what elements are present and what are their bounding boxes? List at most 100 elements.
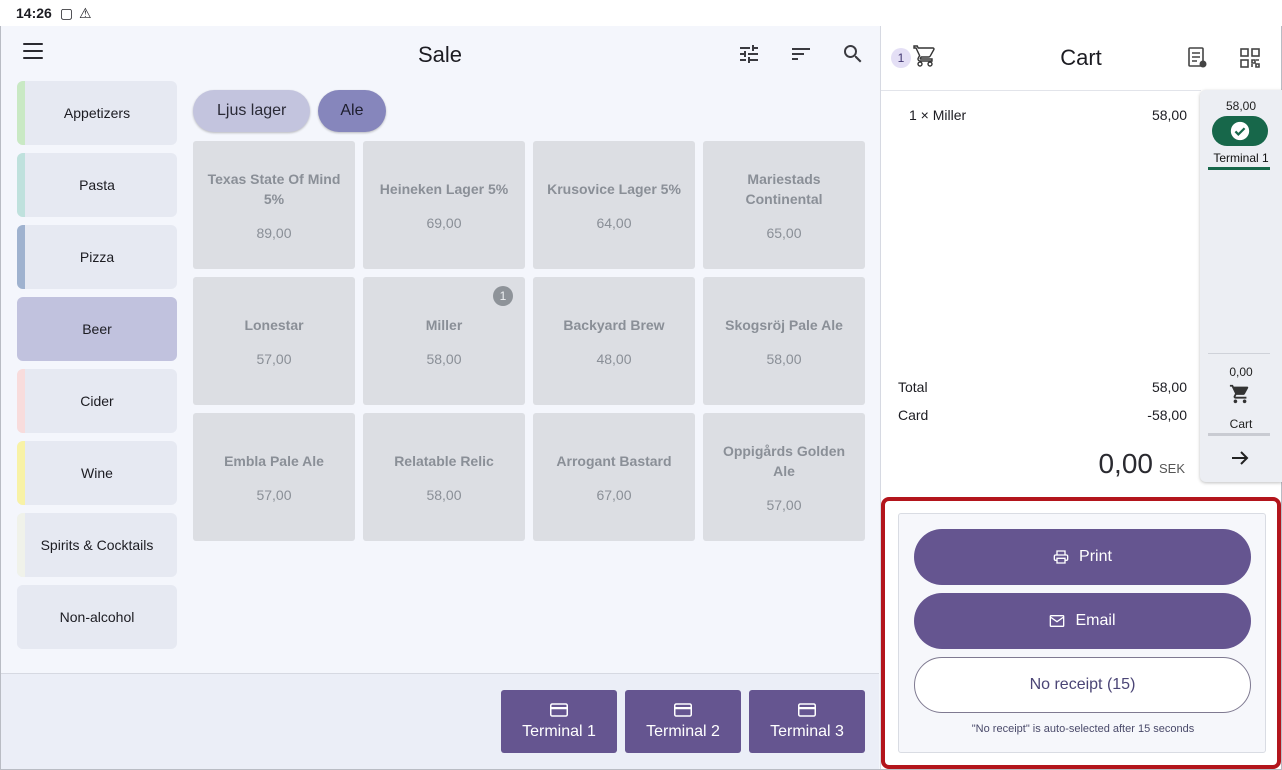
category-label: Pasta [79,177,115,193]
product-name: Krusovice Lager 5% [547,181,681,197]
category-label: Appetizers [63,105,131,121]
line-item-qty: 1 × [909,107,929,123]
product-tile[interactable]: 1 Miller 58,00 [363,277,525,405]
chip-ljus-lager[interactable]: Ljus lager [193,90,311,132]
product-tile[interactable]: Mariestads Continental 65,00 [703,141,865,269]
cart-divider [881,90,1201,91]
terminal-1-button[interactable]: Terminal 1 [501,690,617,753]
product-tile[interactable]: Texas State Of Mind 5% 89,00 [193,141,355,269]
product-price: 58,00 [426,351,462,367]
category-pizza[interactable]: Pizza [17,225,177,289]
total-label: Total [898,379,928,395]
chip-ale[interactable]: Ale [318,90,386,132]
sale-panel: Sale Appetizers Pasta Pizza Beer Cider W… [1,26,879,769]
category-cider[interactable]: Cider [17,369,177,433]
product-price: 89,00 [256,225,292,241]
sale-toolbar: Sale [1,26,879,82]
receipt-options-card: Print Email No receipt (15) "No receipt"… [898,513,1266,753]
terminal-side-panel: 58,00 Terminal 1 0,00 Cart [1200,90,1282,482]
terminal-bar: Terminal 1 Terminal 2 Terminal 3 [1,673,879,769]
email-button[interactable]: Email [914,593,1251,649]
side-separator [1208,353,1270,354]
cart-title: Cart [1060,45,1102,70]
terminal-amount: 58,00 [1225,99,1257,113]
terminal-indicator [1208,167,1270,170]
receipt-list-icon[interactable] [1185,46,1209,70]
qr-code-icon[interactable] [1238,46,1262,70]
category-label: Pizza [79,249,115,265]
category-label: Non-alcohol [59,609,135,625]
product-tile[interactable]: Krusovice Lager 5% 64,00 [533,141,695,269]
product-name: Embla Pale Ale [224,453,324,469]
product-name: Arrogant Bastard [556,453,672,469]
cart-panel: 1 Cart 1 × Miller 58,00 Total 58,00 Card… [880,26,1282,769]
no-receipt-button[interactable]: No receipt (15) [914,657,1251,713]
product-tile[interactable]: Oppigårds Golden Ale 57,00 [703,413,865,541]
cart-side-label: Cart [1229,417,1253,431]
category-label: Spirits & Cocktails [40,537,154,553]
category-color-strip [17,585,25,649]
print-button[interactable]: Print [914,529,1251,585]
card-icon [550,702,568,717]
card-label: Card [898,407,929,423]
cart-count-badge: 1 [891,48,911,68]
category-non-alcohol[interactable]: Non-alcohol [17,585,177,649]
terminal-2-button[interactable]: Terminal 2 [625,690,741,753]
product-tile[interactable]: Lonestar 57,00 [193,277,355,405]
cart-icon[interactable] [913,44,937,68]
terminal-3-button[interactable]: Terminal 3 [749,690,865,753]
cart-side-amount: 0,00 [1229,365,1253,379]
status-time: 14:26 [16,5,52,21]
product-price: 69,00 [426,215,462,231]
product-name: Skogsröj Pale Ale [725,317,843,333]
category-label: Wine [81,465,113,481]
warning-icon: ⚠ [79,4,92,21]
terminal-label: Terminal 2 [646,722,720,740]
terminal-label: Terminal 3 [770,722,844,740]
product-tile[interactable]: Heineken Lager 5% 69,00 [363,141,525,269]
product-name: Mariestads Continental [745,171,823,207]
category-spirits[interactable]: Spirits & Cocktails [17,513,177,577]
product-tile[interactable]: Backyard Brew 48,00 [533,277,695,405]
product-tile[interactable]: Relatable Relic 58,00 [363,413,525,541]
product-name: Miller [425,317,463,333]
arrow-right-icon[interactable] [1228,446,1252,470]
category-label: Cider [80,393,114,409]
product-price: 65,00 [766,225,802,241]
terminal-side-label: Terminal 1 [1213,151,1269,165]
product-tile[interactable]: Skogsröj Pale Ale 58,00 [703,277,865,405]
product-tile[interactable]: Arrogant Bastard 67,00 [533,413,695,541]
product-grid: Texas State Of Mind 5% 89,00 Heineken Lag… [193,141,866,541]
category-wine[interactable]: Wine [17,441,177,505]
cart-line-item[interactable]: 1 × Miller 58,00 [909,107,1187,123]
category-color-strip [17,513,25,577]
product-price: 57,00 [256,351,292,367]
check-circle-icon [1230,121,1250,141]
tune-icon[interactable] [737,42,761,66]
subcategory-chips: Ljus lager Ale [193,90,386,132]
category-beer[interactable]: Beer [17,297,177,361]
terminal-status-button[interactable] [1212,116,1268,146]
product-price: 48,00 [596,351,632,367]
product-price: 58,00 [766,351,802,367]
category-label: Beer [82,321,112,337]
product-price: 57,00 [766,497,802,513]
total-row: Total 58,00 [898,379,1187,395]
category-appetizers[interactable]: Appetizers [17,81,177,145]
card-value: -58,00 [1147,407,1187,423]
cart-indicator [1208,433,1270,436]
line-item-price: 58,00 [1151,107,1187,123]
product-name: Heineken Lager 5% [379,181,509,197]
terminal-label: Terminal 1 [522,722,596,740]
category-pasta[interactable]: Pasta [17,153,177,217]
remaining-amount: 0,00 SEK [1031,448,1185,480]
cart-small-icon[interactable] [1229,383,1251,405]
sort-icon[interactable] [789,42,813,66]
category-color-strip [17,441,25,505]
product-tile[interactable]: Embla Pale Ale 57,00 [193,413,355,541]
line-item-name: Miller [932,107,967,123]
currency-label: SEK [1158,461,1185,476]
product-price: 58,00 [426,487,462,503]
search-icon[interactable] [841,42,865,66]
screenshot-icon: ▢ [59,4,74,21]
